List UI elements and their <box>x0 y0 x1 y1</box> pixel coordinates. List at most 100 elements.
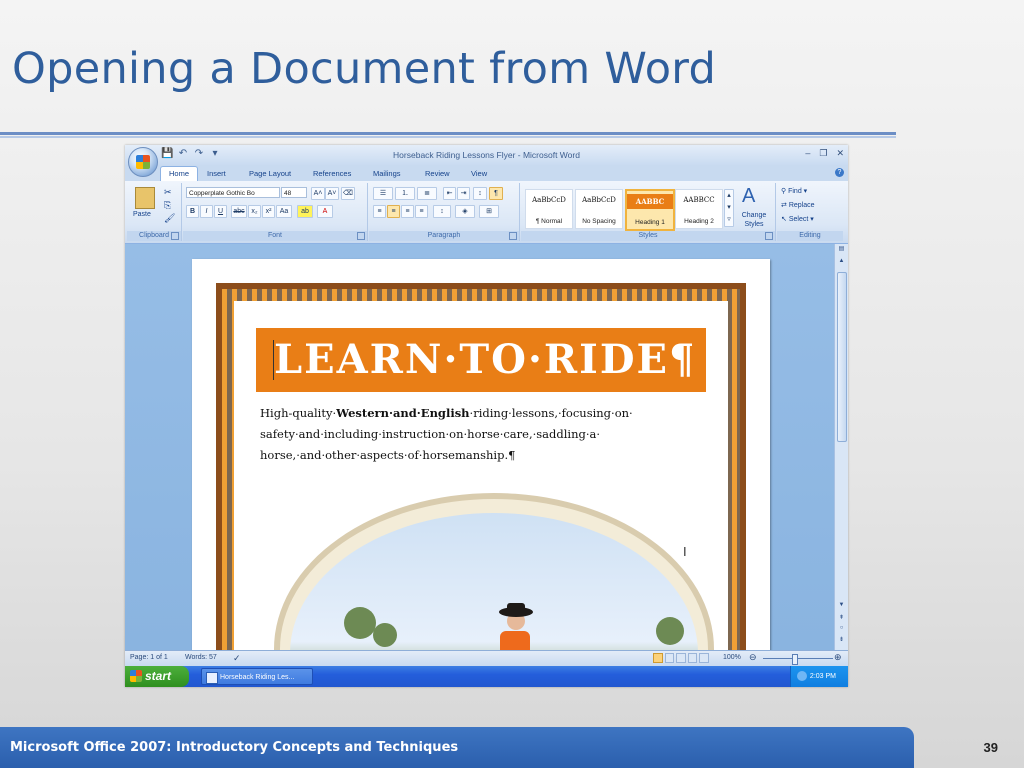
align-center-icon[interactable]: ≡ <box>387 205 400 218</box>
scroll-thumb[interactable] <box>837 272 847 442</box>
tray-network-icon[interactable] <box>797 671 807 681</box>
tab-mailings[interactable]: Mailings <box>373 167 401 181</box>
sort-icon[interactable]: ↕ <box>473 187 487 200</box>
draft-view-icon[interactable] <box>699 653 709 663</box>
print-layout-view-icon[interactable] <box>653 653 663 663</box>
styles-scroll-icon[interactable]: ▴ ▾ ▿ <box>724 189 734 227</box>
underline-icon[interactable]: U <box>214 205 227 218</box>
shading-icon[interactable]: ◈ <box>455 205 475 218</box>
vertical-scrollbar[interactable]: ▤ ▲ ▼ ⇞ ○ ⇟ <box>834 244 848 650</box>
window-titlebar: 💾 ↶ ↷ ▾ Horseback Riding Lessons Flyer -… <box>125 145 848 165</box>
font-name-box[interactable]: Copperplate Gothic Bo <box>186 187 280 198</box>
find-button[interactable]: ⚲ Find ▾ <box>781 187 807 195</box>
bullets-icon[interactable]: ☰ <box>373 187 393 200</box>
tab-home[interactable]: Home <box>160 166 199 182</box>
decrease-indent-icon[interactable]: ⇤ <box>443 187 456 200</box>
body-paragraph[interactable]: High-quality·Western·and·English·riding·… <box>260 403 710 466</box>
full-screen-view-icon[interactable] <box>664 653 675 663</box>
strikethrough-icon[interactable]: abc <box>231 205 247 218</box>
tab-references[interactable]: References <box>313 167 351 181</box>
web-layout-view-icon[interactable] <box>676 653 686 663</box>
replace-button[interactable]: ⇄ Replace <box>781 201 815 209</box>
minimize-icon[interactable]: – <box>805 148 810 159</box>
font-label: Font <box>183 231 367 241</box>
style-heading-2[interactable]: AABBCC Heading 2 <box>675 189 723 229</box>
body-prefix: High-quality· <box>260 406 337 420</box>
headline-text[interactable]: LEARN·TO·RIDE¶ <box>274 336 697 383</box>
select-button[interactable]: ↖ Select ▾ <box>781 215 814 223</box>
change-styles-button[interactable]: Change Styles <box>737 211 771 229</box>
italic-icon[interactable]: I <box>200 205 213 218</box>
page-count[interactable]: Page: 1 of 1 <box>130 654 168 661</box>
format-painter-icon[interactable]: 🖌 <box>164 213 175 224</box>
zoom-in-icon[interactable]: ⊕ <box>834 652 842 663</box>
font-size-box[interactable]: 48 <box>281 187 307 198</box>
document-page[interactable]: LEARN·TO·RIDE¶ High-quality·Western·and·… <box>192 259 770 650</box>
borders-icon[interactable]: ⊞ <box>479 205 499 218</box>
restore-icon[interactable]: ❐ <box>819 148 827 159</box>
superscript-icon[interactable]: x² <box>262 205 275 218</box>
zoom-slider[interactable] <box>763 658 833 659</box>
show-formatting-icon[interactable]: ¶ <box>489 187 503 200</box>
line-spacing-icon[interactable]: ↕ <box>433 205 451 218</box>
style-normal[interactable]: AaBbCcD ¶ Normal <box>525 189 573 229</box>
zoom-level[interactable]: 100% <box>723 654 741 661</box>
subscript-icon[interactable]: x₂ <box>248 205 261 218</box>
office-button[interactable] <box>128 147 158 177</box>
tab-view[interactable]: View <box>471 167 487 181</box>
ruler-toggle-icon[interactable]: ▤ <box>835 245 848 252</box>
ribbon-tabs: Home Insert Page Layout References Maili… <box>125 165 848 182</box>
binoculars-icon: ⚲ <box>781 188 787 195</box>
cut-icon[interactable]: ✂ <box>164 187 172 198</box>
grow-font-icon[interactable]: A˄ <box>311 187 325 200</box>
outline-view-icon[interactable] <box>687 653 698 663</box>
style-heading-1[interactable]: AABBC Heading 1 <box>625 189 675 231</box>
tab-insert[interactable]: Insert <box>207 167 226 181</box>
multilevel-list-icon[interactable]: ≣ <box>417 187 437 200</box>
start-button[interactable]: start <box>125 666 189 687</box>
increase-indent-icon[interactable]: ⇥ <box>457 187 470 200</box>
change-case-icon[interactable]: Aa <box>276 205 292 218</box>
help-icon[interactable]: ? <box>835 168 844 177</box>
paste-icon[interactable] <box>135 187 155 209</box>
justify-icon[interactable]: ≡ <box>415 205 428 218</box>
numbering-icon[interactable]: ⒈ <box>395 187 415 200</box>
tab-review[interactable]: Review <box>425 167 450 181</box>
clock[interactable]: 2:03 PM <box>810 673 836 680</box>
styles-label: Styles <box>521 231 775 241</box>
proofing-icon[interactable]: ✓ <box>233 653 241 664</box>
style-name: Heading 1 <box>635 219 665 226</box>
select-browse-object-icon[interactable]: ○ <box>835 625 848 631</box>
copy-icon[interactable]: ⎘ <box>164 200 171 211</box>
scroll-down-icon[interactable]: ▼ <box>835 602 848 608</box>
horse-rider-photo[interactable] <box>290 513 698 650</box>
taskbar-word-item[interactable]: Horseback Riding Les... <box>201 668 313 685</box>
clear-formatting-icon[interactable]: ⌫ <box>341 187 355 200</box>
font-color-icon[interactable]: A <box>317 205 333 218</box>
zoom-out-icon[interactable]: ⊖ <box>749 652 757 663</box>
previous-page-icon[interactable]: ⇞ <box>835 614 848 621</box>
clipboard-launcher-icon[interactable] <box>171 232 179 240</box>
close-icon[interactable]: ✕ <box>836 148 844 159</box>
paragraph-launcher-icon[interactable] <box>509 232 517 240</box>
clipboard-group: Paste ✂ ⎘ 🖌 Clipboard <box>127 183 182 241</box>
style-no-spacing[interactable]: AaBbCcD No Spacing <box>575 189 623 229</box>
change-styles-icon[interactable]: A <box>742 185 755 208</box>
style-name: ¶ Normal <box>535 218 563 225</box>
replace-icon: ⇄ <box>781 202 787 209</box>
zoom-slider-thumb[interactable] <box>792 654 798 665</box>
paste-button[interactable]: Paste <box>133 211 151 218</box>
highlight-icon[interactable]: ab <box>297 205 313 218</box>
word-count[interactable]: Words: 57 <box>185 654 217 661</box>
scroll-up-icon[interactable]: ▲ <box>835 258 848 264</box>
align-left-icon[interactable]: ≡ <box>373 205 386 218</box>
next-page-icon[interactable]: ⇟ <box>835 636 848 643</box>
font-launcher-icon[interactable] <box>357 232 365 240</box>
styles-launcher-icon[interactable] <box>765 232 773 240</box>
shrink-font-icon[interactable]: A˅ <box>325 187 339 200</box>
footer-text: Microsoft Office 2007: Introductory Conc… <box>10 740 459 755</box>
align-right-icon[interactable]: ≡ <box>401 205 414 218</box>
bold-icon[interactable]: B <box>186 205 199 218</box>
system-tray: 2:03 PM <box>790 666 848 687</box>
tab-page-layout[interactable]: Page Layout <box>249 167 291 181</box>
